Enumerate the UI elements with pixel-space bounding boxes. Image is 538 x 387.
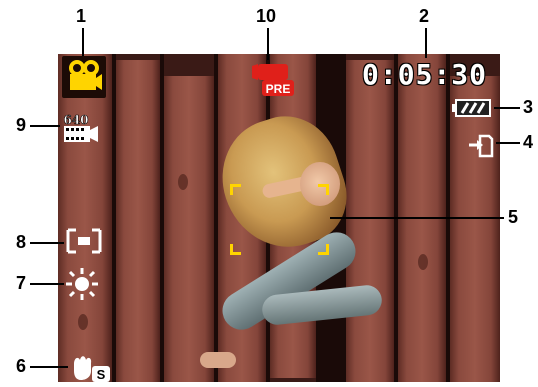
callout-5: 5: [508, 207, 519, 227]
callout-line: [30, 125, 60, 127]
callout-4: 4: [523, 132, 534, 152]
fence-knot: [418, 254, 428, 270]
pre-record-icon: PRE: [250, 60, 300, 100]
recording-timer: 0:05:30: [362, 58, 488, 91]
focus-corner-bottom-right: [318, 244, 329, 255]
callout-line: [330, 217, 504, 219]
fence-plank: [116, 60, 160, 382]
callout-line: [425, 28, 427, 58]
fence-plank: [164, 76, 214, 382]
callout-line: [30, 242, 64, 244]
sun-icon[interactable]: [64, 266, 100, 302]
video-mode-icon[interactable]: [62, 56, 106, 98]
fence-plank: [58, 54, 112, 382]
stabilizer-label: S: [97, 367, 106, 382]
callout-7: 7: [16, 273, 27, 293]
focus-corner-top-left: [230, 184, 241, 195]
callout-9: 9: [16, 115, 27, 135]
subject-shoe: [200, 352, 236, 368]
callout-1: 1: [76, 6, 87, 26]
fence-knot: [78, 314, 88, 330]
resolution-label: 640: [63, 113, 88, 127]
callout-line: [267, 28, 269, 60]
pre-badge-text: PRE: [266, 82, 291, 96]
callout-line: [30, 366, 68, 368]
callout-3: 3: [523, 97, 534, 117]
callout-10: 10: [256, 6, 277, 26]
focus-corner-bottom-left: [230, 244, 241, 255]
focus-frame-icon[interactable]: [66, 228, 102, 254]
stabilizer-icon[interactable]: S: [70, 354, 114, 382]
fence-plank: [346, 60, 394, 382]
battery-icon: [452, 98, 492, 118]
fence-plank: [450, 76, 500, 382]
callout-6: 6: [16, 356, 27, 376]
callout-line: [496, 142, 520, 144]
resolution-icon[interactable]: 640: [60, 113, 104, 145]
focus-corner-top-right: [318, 184, 329, 195]
callout-line: [30, 283, 64, 285]
callout-line: [494, 107, 520, 109]
fence-knot: [178, 174, 188, 190]
callout-line: [82, 28, 84, 56]
callout-8: 8: [16, 232, 27, 252]
memory-card-icon: [468, 133, 494, 159]
callout-2: 2: [419, 6, 430, 26]
